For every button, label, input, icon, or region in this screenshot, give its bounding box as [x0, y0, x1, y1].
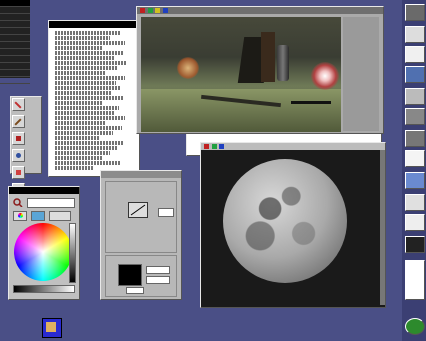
option-field-3[interactable] [126, 287, 144, 294]
globe-icon[interactable] [405, 318, 425, 335]
render-window-titlebar[interactable] [137, 7, 383, 14]
paint-app-icon[interactable] [42, 318, 62, 338]
menu-item[interactable] [0, 63, 30, 70]
dialog-section-bottom [105, 255, 177, 297]
file-icon[interactable] [405, 214, 425, 231]
line-icon[interactable] [12, 132, 25, 145]
blend-toggle[interactable] [49, 211, 71, 221]
mail-icon[interactable] [405, 194, 425, 211]
dialog-titlebar[interactable] [101, 171, 181, 178]
dialog-section-top [105, 181, 177, 253]
menu-item[interactable] [0, 14, 30, 21]
blank-icon[interactable] [405, 260, 425, 300]
vertical-scrollbar[interactable] [380, 150, 385, 305]
image-viewer-window [200, 142, 386, 308]
text-editor-window [48, 20, 140, 177]
close-icon[interactable] [140, 8, 145, 13]
moon-window-titlebar[interactable] [201, 143, 385, 150]
color-icon[interactable] [211, 144, 217, 149]
swatch-icon[interactable] [13, 211, 27, 221]
tool-palette [10, 96, 42, 264]
color-wheel[interactable] [14, 223, 72, 281]
menu-item[interactable] [0, 56, 30, 63]
menu-item[interactable] [0, 28, 30, 35]
app-menu [0, 0, 30, 84]
app-icon[interactable] [405, 4, 425, 21]
pencil-icon[interactable] [12, 98, 25, 111]
render-window-sidebar [343, 17, 379, 131]
option-field-1[interactable] [146, 266, 170, 274]
menu-item[interactable] [0, 42, 30, 49]
note-icon[interactable] [405, 26, 425, 43]
shape-preview[interactable] [128, 202, 148, 218]
folder-icon[interactable] [405, 172, 425, 189]
grid-icon[interactable] [219, 144, 225, 149]
text-icon[interactable] [405, 46, 425, 63]
color-window-titlebar[interactable] [9, 187, 79, 194]
menu-title [0, 0, 30, 7]
menu-item[interactable] [0, 77, 30, 84]
color-picker-window [8, 186, 80, 300]
moon-image [223, 159, 347, 283]
text-content[interactable] [55, 31, 133, 172]
value-slider[interactable] [13, 285, 75, 293]
option-field-2[interactable] [146, 276, 170, 284]
monitor-icon[interactable] [405, 66, 425, 83]
image-icon[interactable] [405, 236, 425, 253]
zoom-icon[interactable] [162, 8, 168, 13]
cd-icon[interactable] [405, 108, 425, 125]
menu-item[interactable] [0, 21, 30, 28]
airbrush-icon[interactable] [12, 149, 25, 162]
printer-icon[interactable] [405, 88, 425, 105]
color-value-field[interactable] [27, 198, 75, 208]
text-window-titlebar[interactable] [49, 21, 139, 28]
color-swatch[interactable] [118, 264, 142, 286]
right-dock [402, 0, 426, 341]
tool-options-dialog [100, 170, 182, 300]
render-window [136, 6, 384, 134]
eraser-icon[interactable] [12, 166, 25, 179]
color-icon[interactable] [147, 8, 153, 13]
palette-icon[interactable] [31, 211, 45, 221]
grid-icon[interactable] [155, 8, 161, 13]
menu-item[interactable] [0, 35, 30, 42]
brightness-slider[interactable] [69, 223, 76, 283]
menu-item[interactable] [0, 49, 30, 56]
document-icon[interactable] [405, 150, 425, 167]
magnifier-icon[interactable] [13, 198, 23, 208]
menu-item[interactable] [0, 7, 30, 14]
close-icon[interactable] [204, 144, 209, 149]
menu-item[interactable] [0, 70, 30, 77]
brush-icon[interactable] [12, 115, 25, 128]
rendered-image [141, 17, 341, 132]
size-field[interactable] [158, 208, 174, 217]
tools-icon[interactable] [405, 130, 425, 147]
